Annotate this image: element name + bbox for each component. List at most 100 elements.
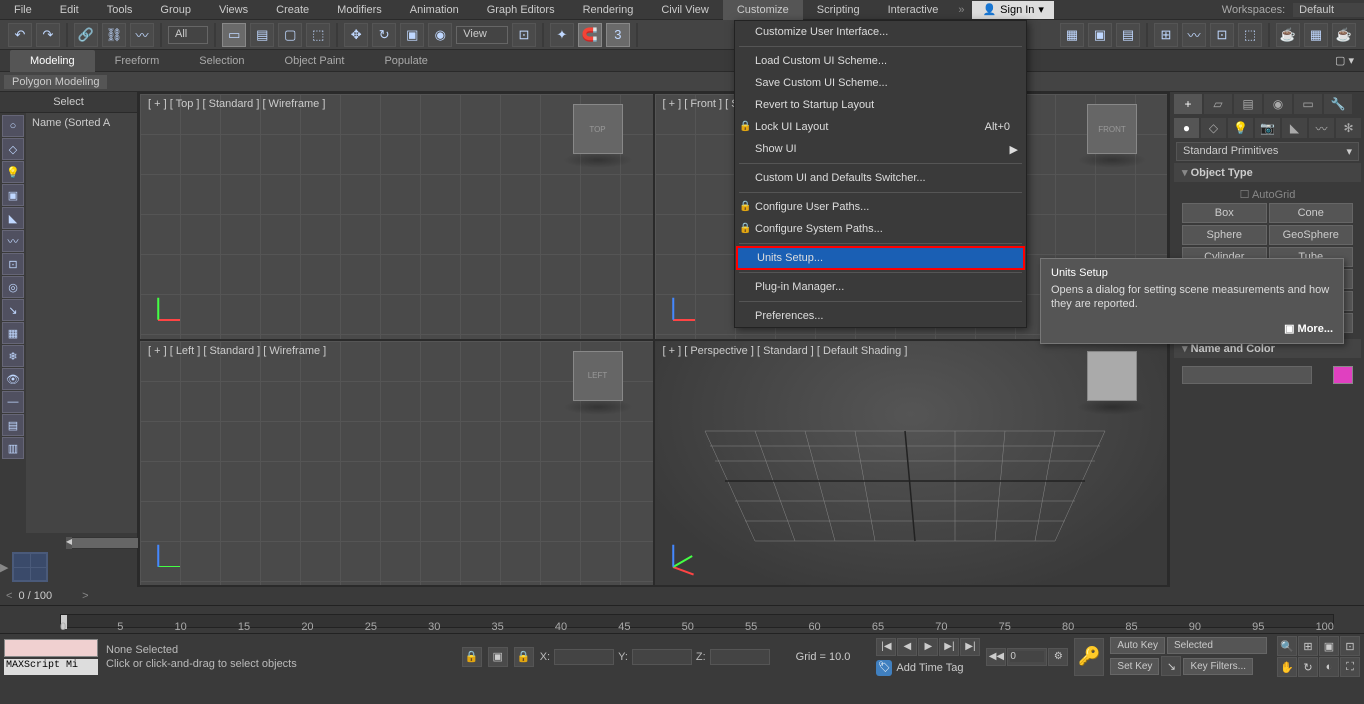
rotate-button[interactable]: ↻ — [372, 23, 396, 47]
zoom-button[interactable]: 🔍 — [1277, 636, 1297, 656]
orbit-button[interactable]: ↻ — [1298, 657, 1318, 677]
viewport-top[interactable]: [ + ] [ Top ] [ Standard ] [ Wireframe ]… — [140, 94, 653, 339]
menu-interactive[interactable]: Interactive — [874, 0, 953, 20]
viewport-perspective[interactable]: [ + ] [ Perspective ] [ Standard ] [ Def… — [655, 341, 1168, 586]
tab-object-paint[interactable]: Object Paint — [265, 50, 365, 72]
render-setup-button[interactable]: ▤ — [1116, 23, 1140, 47]
x-input[interactable] — [554, 649, 614, 665]
play-button[interactable]: ▶ — [918, 638, 938, 656]
spacewarps-subtab[interactable]: 〰 — [1309, 118, 1334, 138]
viewport-top-label[interactable]: [ + ] [ Top ] [ Standard ] [ Wireframe ] — [148, 98, 325, 110]
time-config-button[interactable]: ⚙ — [1048, 648, 1068, 666]
keyfilter-selected-combo[interactable]: Selected — [1167, 637, 1267, 654]
current-frame-input[interactable] — [1010, 651, 1044, 662]
teapot-button[interactable]: ☕ — [1276, 23, 1300, 47]
menu-item-custom-ui-and-defaults-switcher-[interactable]: Custom UI and Defaults Switcher... — [735, 167, 1026, 189]
create-tab[interactable]: + — [1174, 94, 1202, 114]
modify-tab[interactable]: ▱ — [1204, 94, 1232, 114]
key-mode-button[interactable]: ◀◀ — [986, 648, 1006, 666]
filter-shapes-icon[interactable]: ◇ — [2, 138, 24, 160]
filter-groups-icon[interactable]: ⊡ — [2, 253, 24, 275]
menu-views[interactable]: Views — [205, 0, 262, 20]
pan-button[interactable]: ✋ — [1277, 657, 1297, 677]
zoom-extents-all-button[interactable]: ⊡ — [1340, 636, 1360, 656]
shapes-subtab[interactable]: ◇ — [1201, 118, 1226, 138]
trackbar-preview[interactable] — [4, 639, 98, 657]
scale-button[interactable]: ▣ — [400, 23, 424, 47]
tab-populate[interactable]: Populate — [364, 50, 447, 72]
menu-item-save-custom-ui-scheme-[interactable]: Save Custom UI Scheme... — [735, 72, 1026, 94]
menu-group[interactable]: Group — [146, 0, 205, 20]
add-time-tag[interactable]: 🏷 Add Time Tag — [876, 660, 980, 676]
link-button[interactable]: 🔗 — [74, 23, 98, 47]
menu-item-preferences-[interactable]: Preferences... — [735, 305, 1026, 327]
viewport-front-label[interactable]: [ + ] [ Front ] [ St — [663, 98, 742, 110]
render-online-button[interactable]: ⬚ — [1238, 23, 1262, 47]
viewport-layout-button[interactable] — [12, 552, 48, 582]
isolate-icon[interactable]: ▣ — [488, 647, 508, 667]
menu-item-lock-ui-layout[interactable]: 🔒Lock UI LayoutAlt+0 — [735, 116, 1026, 138]
tab-modeling[interactable]: Modeling — [10, 50, 95, 72]
display-tab[interactable]: ▭ — [1294, 94, 1322, 114]
autogrid-checkbox[interactable]: ☐ AutoGrid — [1182, 186, 1353, 203]
select-button[interactable]: ▭ — [222, 23, 246, 47]
render-button[interactable]: 〰 — [1182, 23, 1206, 47]
render-frame-button[interactable]: ⊞ — [1154, 23, 1178, 47]
menu-item-customize-user-interface-[interactable]: Customize User Interface... — [735, 21, 1026, 43]
menu-item-revert-to-startup-layout[interactable]: Revert to Startup Layout — [735, 94, 1026, 116]
filter-geometry-icon[interactable]: ○ — [2, 115, 24, 137]
geometry-subtab[interactable]: ● — [1174, 118, 1199, 138]
filter-frozen-icon[interactable]: ❄ — [2, 345, 24, 367]
set-key-button[interactable]: Set Key — [1110, 658, 1159, 675]
filter-hidden-icon[interactable]: 👁 — [2, 368, 24, 390]
primitive-sphere-button[interactable]: Sphere — [1182, 225, 1267, 245]
viewcube-left[interactable]: LEFT — [573, 351, 623, 401]
lock-selection-icon[interactable]: 🔒 — [462, 647, 482, 667]
pivot-button[interactable]: ⊡ — [512, 23, 536, 47]
menu-file[interactable]: File — [0, 0, 46, 20]
viewport-left-label[interactable]: [ + ] [ Left ] [ Standard ] [ Wireframe … — [148, 345, 326, 357]
menu-scripting[interactable]: Scripting — [803, 0, 874, 20]
viewcube-top[interactable]: TOP — [573, 104, 623, 154]
filter-lights-icon[interactable]: 💡 — [2, 161, 24, 183]
scene-explorer-hscroll[interactable]: ◀▶ — [66, 537, 137, 549]
filter-helpers-icon[interactable]: ◣ — [2, 207, 24, 229]
timeline[interactable]: 0510152025303540455055606570758085909510… — [0, 605, 1364, 633]
primitive-box-button[interactable]: Box — [1182, 203, 1267, 223]
primitive-category-combo[interactable]: Standard Primitives ▾ — [1176, 142, 1359, 161]
zoom-all-button[interactable]: ⊞ — [1298, 636, 1318, 656]
helpers-subtab[interactable]: ◣ — [1282, 118, 1307, 138]
next-frame-button[interactable]: ▶| — [939, 638, 959, 656]
menu-item-plug-in-manager-[interactable]: Plug-in Manager... — [735, 276, 1026, 298]
polygon-modeling-chip[interactable]: Polygon Modeling — [4, 75, 107, 89]
menu-tools[interactable]: Tools — [93, 0, 147, 20]
zoom-extents-button[interactable]: ▣ — [1319, 636, 1339, 656]
undo-button[interactable]: ↶ — [8, 23, 32, 47]
object-type-rollout-title[interactable]: Object Type — [1174, 163, 1361, 182]
tab-selection[interactable]: Selection — [179, 50, 264, 72]
menu-create[interactable]: Create — [262, 0, 323, 20]
viewport-left[interactable]: [ + ] [ Left ] [ Standard ] [ Wireframe … — [140, 341, 653, 586]
hierarchy-tab[interactable]: ▤ — [1234, 94, 1262, 114]
goto-end-button[interactable]: ▶| — [960, 638, 980, 656]
workspace-selector[interactable]: Default — [1293, 3, 1364, 17]
filter-all-icon[interactable]: ▤ — [2, 414, 24, 436]
window-crossing-button[interactable]: ⬚ — [306, 23, 330, 47]
tab-freeform[interactable]: Freeform — [95, 50, 180, 72]
z-input[interactable] — [710, 649, 770, 665]
filter-xrefs-icon[interactable]: ◎ — [2, 276, 24, 298]
render-prod-button[interactable]: ▦ — [1304, 23, 1328, 47]
selection-lock-icon[interactable]: 🔒 — [514, 647, 534, 667]
primitive-cone-button[interactable]: Cone — [1269, 203, 1354, 223]
select-region-button[interactable]: ▢ — [278, 23, 302, 47]
menu-item-configure-system-paths-[interactable]: 🔒Configure System Paths... — [735, 218, 1026, 240]
menu-edit[interactable]: Edit — [46, 0, 93, 20]
lights-subtab[interactable]: 💡 — [1228, 118, 1253, 138]
menu-item-configure-user-paths-[interactable]: 🔒Configure User Paths... — [735, 196, 1026, 218]
viewport-persp-label[interactable]: [ + ] [ Perspective ] [ Standard ] [ Def… — [663, 345, 908, 357]
object-name-input[interactable] — [1182, 366, 1312, 384]
viewcube-persp[interactable] — [1087, 351, 1137, 401]
filter-bone-icon[interactable]: ↘ — [2, 299, 24, 321]
object-color-swatch[interactable] — [1333, 366, 1353, 384]
y-input[interactable] — [632, 649, 692, 665]
